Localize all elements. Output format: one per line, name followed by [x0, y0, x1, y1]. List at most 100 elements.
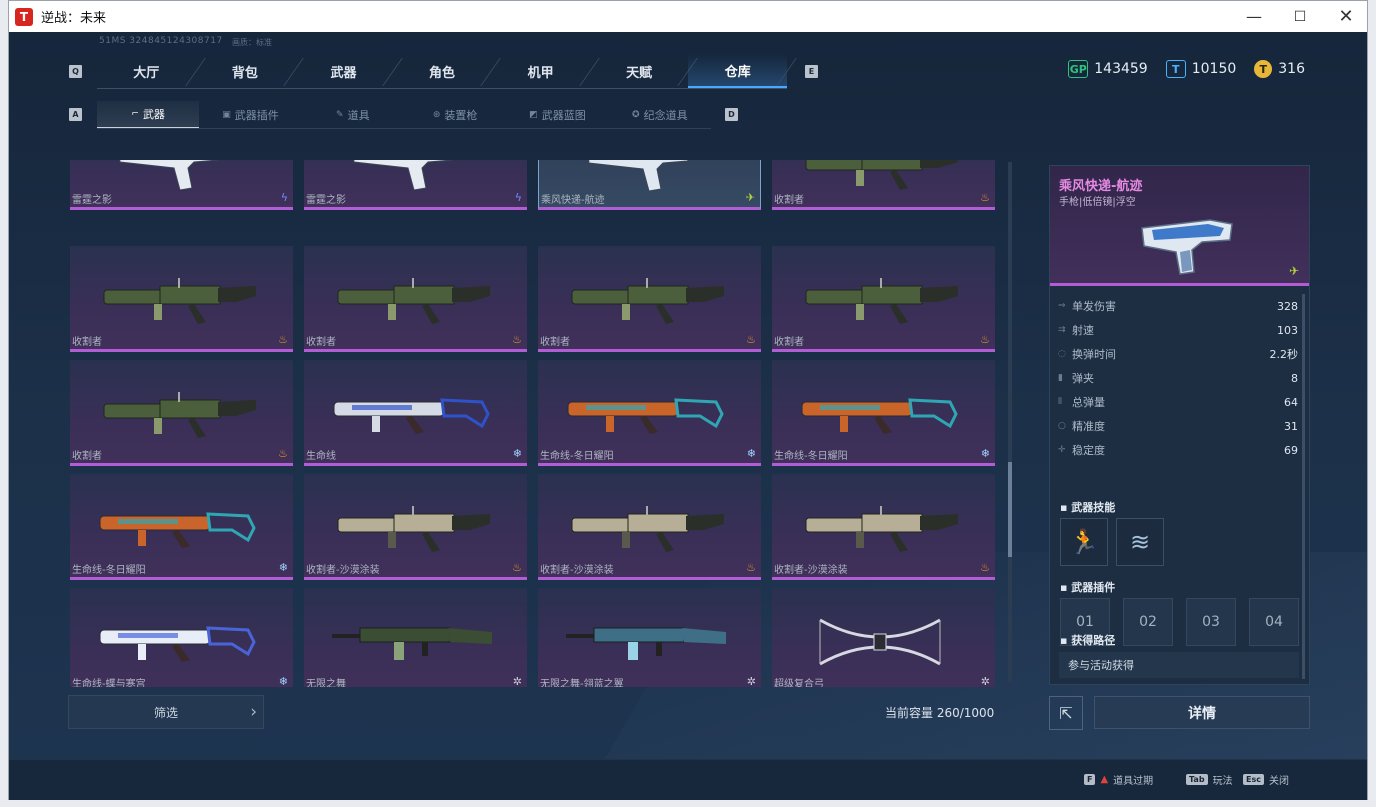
weapon-image — [99, 626, 256, 662]
tab-5[interactable]: 天赋 — [590, 54, 689, 88]
plugin-slot[interactable]: 04 — [1249, 598, 1299, 646]
weapon-card[interactable]: 无限之舞-翎蓝之翼 ✲ — [538, 588, 761, 687]
lightning-badge-icon: ϟ — [514, 191, 522, 204]
next-subtab-key[interactable]: D — [725, 108, 738, 121]
stability-icon: ✛ — [1058, 445, 1066, 455]
weapon-card[interactable]: 收割者 ♨ — [304, 246, 527, 352]
weapon-card[interactable]: 超级复合弓 ✲ — [772, 588, 995, 687]
grid-scrollbar-thumb[interactable] — [1008, 462, 1012, 557]
currency-value: 316 — [1278, 61, 1305, 77]
weapon-name: 生命线-冬日耀阳 — [540, 451, 614, 462]
maximize-button[interactable]: ☐ — [1277, 1, 1323, 32]
weapon-image — [337, 506, 490, 552]
weapon-card[interactable]: 收割者-沙漠涂装 ♨ — [772, 474, 995, 580]
weapon-card[interactable]: 收割者 ♨ — [772, 160, 995, 210]
weapon-card[interactable]: 无限之舞 ✲ — [304, 588, 527, 687]
weapon-card[interactable]: 生命线-冬日耀阳 ❄ — [538, 360, 761, 466]
gun-icon: ⌐ — [131, 109, 139, 119]
weapon-image — [337, 278, 490, 324]
currency-item: GP 143459 — [1068, 60, 1148, 78]
weapon-card[interactable]: 收割者-沙漠涂装 ♨ — [304, 474, 527, 580]
title-bar: T 逆战：未来 — ☐ ✕ — [9, 1, 1367, 32]
detail-header: 乘风快递-航迹 手枪|低倍镜|浮空 ✈ — [1050, 166, 1309, 286]
tab-2[interactable]: 武器 — [294, 54, 393, 88]
detail-button[interactable]: 详情 — [1094, 696, 1310, 729]
close-button[interactable]: ✕ — [1323, 1, 1369, 32]
wind-skill-icon[interactable]: ≋ — [1116, 518, 1164, 566]
plugin-slot[interactable]: 02 — [1123, 598, 1173, 646]
tab-4[interactable]: 机甲 — [491, 54, 590, 88]
plugin-slot[interactable]: 03 — [1186, 598, 1236, 646]
currency-bar: GP 143459 T 10150 T 316 — [1068, 60, 1305, 78]
weapon-card[interactable]: 收割者 ♨ — [70, 246, 293, 352]
weapon-image — [566, 627, 726, 660]
footer-gameplay[interactable]: Tab 玩法 — [1186, 772, 1233, 787]
prev-subtab-key[interactable]: A — [69, 108, 82, 121]
panel-scrollbar[interactable] — [1302, 294, 1305, 679]
tab-3[interactable]: 角色 — [393, 54, 492, 88]
weapon-name: 无限之舞 — [306, 679, 346, 687]
footer-expired-items[interactable]: F ▲ 道具过期 — [1084, 772, 1153, 787]
weapon-image — [805, 278, 958, 324]
fire-badge-icon: ♨ — [980, 191, 990, 204]
weapon-card[interactable]: 雷霆之影 ϟ — [304, 160, 527, 210]
coin-icon: T — [1254, 60, 1273, 78]
subtab-label: 武器蓝图 — [541, 108, 586, 122]
grid-scrollbar-track[interactable] — [1008, 162, 1012, 682]
weapon-card[interactable]: 生命线-冬日耀阳 ❄ — [772, 360, 995, 466]
weapon-card[interactable]: 收割者 ♨ — [538, 246, 761, 352]
filter-button[interactable]: 筛选 › — [68, 695, 264, 729]
weapon-card[interactable]: 雷霆之影 ϟ — [70, 160, 293, 210]
tab-0[interactable]: 大厅 — [97, 54, 196, 88]
weapon-card[interactable]: 生命线-蝶与寒宫 ❄ — [70, 588, 293, 687]
capacity-text: 当前容量 260/1000 — [885, 706, 995, 720]
app-icon: T — [15, 7, 33, 26]
subtab-0[interactable]: ⌐ 武器 — [97, 101, 200, 128]
weapon-image — [332, 627, 492, 660]
fire-badge-icon: ♨ — [278, 333, 288, 346]
quality-text: 画质：标准 — [232, 38, 272, 47]
minimize-button[interactable]: — — [1231, 1, 1277, 32]
weapon-card[interactable]: 生命线-冬日耀阳 ❄ — [70, 474, 293, 580]
currency-value: 10150 — [1191, 61, 1237, 77]
sprint-skill-icon[interactable]: 🏃 — [1060, 518, 1108, 566]
prev-tab-key[interactable]: Q — [69, 65, 82, 78]
filter-label: 筛选 — [153, 705, 178, 720]
subtab-label: 纪念道具 — [643, 108, 688, 122]
share-button[interactable]: ⇱ — [1049, 696, 1083, 730]
subtab-3[interactable]: ⊛ 装置枪 — [404, 101, 506, 128]
subtab-4[interactable]: ◩ 武器蓝图 — [506, 101, 608, 128]
stat-value: 103 — [1277, 323, 1298, 337]
weapon-card[interactable]: 生命线 ❄ — [304, 360, 527, 466]
weapon-detail-panel: 乘风快递-航迹 手枪|低倍镜|浮空 ✈ ⇒ 单发伤害 328 ⇉ 射速 103 ◌ … — [1049, 165, 1310, 685]
weapon-image — [805, 506, 958, 552]
weapon-image — [571, 278, 724, 324]
tab-6[interactable]: 仓库 — [688, 54, 788, 88]
fire-badge-icon: ♨ — [746, 561, 756, 574]
stat-label: 精准度 — [1072, 420, 1105, 433]
subtab-5[interactable]: ✪ 纪念道具 — [609, 101, 711, 128]
plugins-title-text: 武器插件 — [1071, 581, 1116, 594]
game-window: T 逆战：未来 — ☐ ✕ 51MS 324845124308717 画质：标准… — [8, 0, 1368, 800]
subtab-2[interactable]: ✎ 道具 — [302, 101, 404, 128]
footer-close[interactable]: Esc 关闭 — [1243, 772, 1289, 787]
device-icon: ⊛ — [432, 109, 441, 120]
footer-label: 道具过期 — [1113, 776, 1154, 787]
wing-badge-icon: ✈ — [1288, 264, 1299, 278]
weapon-preview-image — [1141, 219, 1233, 275]
blueprint-icon: ◩ — [529, 109, 538, 120]
subtab-1[interactable]: ▣ 武器插件 — [199, 101, 301, 128]
weapon-card[interactable]: 收割者 ♨ — [70, 360, 293, 466]
subtab-label: 武器插件 — [234, 108, 279, 122]
next-tab-key[interactable]: E — [805, 65, 818, 78]
weapon-name: 雷霆之影 — [306, 195, 346, 206]
snow-badge-icon: ❄ — [980, 447, 990, 460]
snow-badge-icon: ❄ — [512, 447, 522, 460]
window-title: 逆战：未来 — [41, 11, 107, 26]
tab-1[interactable]: 背包 — [196, 54, 295, 88]
weapon-card[interactable]: 乘风快递-航迹 ✈ — [538, 160, 761, 210]
weapon-card[interactable]: 收割者-沙漠涂装 ♨ — [538, 474, 761, 580]
weapon-name: 收割者 — [774, 195, 804, 206]
weapon-card[interactable]: 收割者 ♨ — [772, 246, 995, 352]
main-tab-bar: 大厅 背包 武器 角色 机甲 天赋 仓库 — [97, 54, 788, 89]
